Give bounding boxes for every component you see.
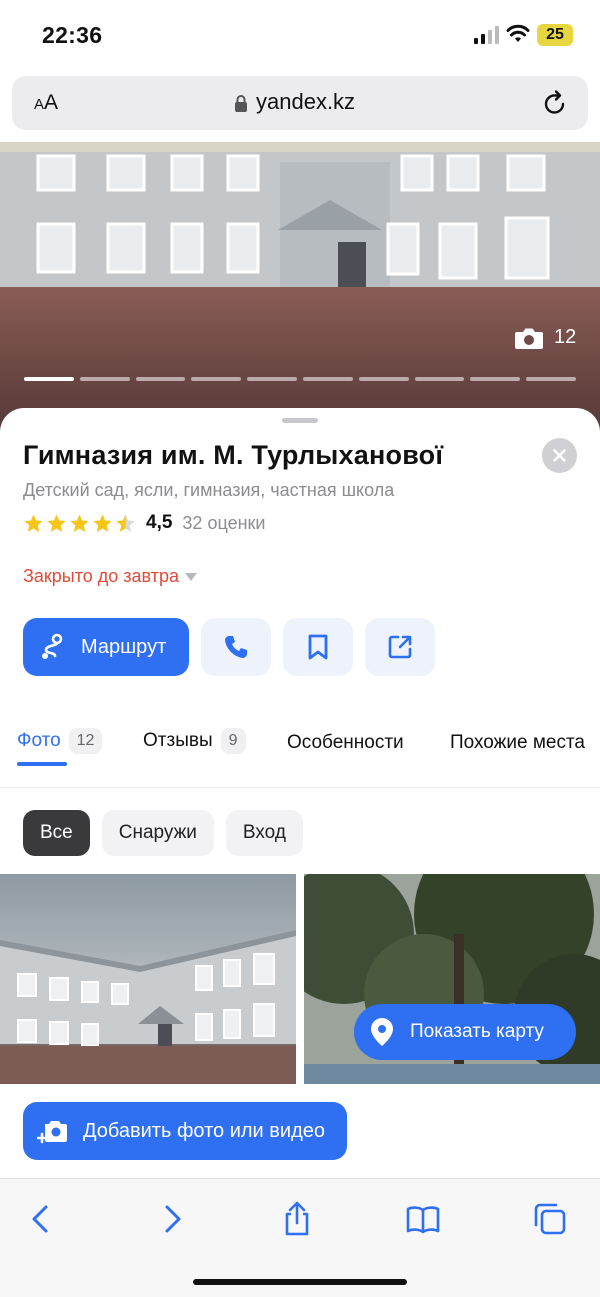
hours-status-label: Закрыто до завтра	[23, 566, 179, 586]
text-size-button[interactable]: AA	[34, 91, 58, 115]
share-button[interactable]	[365, 618, 435, 676]
star-icon	[70, 513, 89, 532]
rating-count[interactable]: 32 оценки	[182, 513, 265, 534]
tab-features-label: Особенности	[287, 732, 404, 753]
hours-status[interactable]: Закрыто до завтра	[23, 566, 197, 587]
rating-row[interactable]: 4,5 32 оценки	[23, 512, 265, 534]
star-icon	[47, 513, 66, 532]
url-bar[interactable]: AA yandex.kz	[12, 76, 588, 130]
status-time: 22:36	[42, 22, 103, 48]
tab-photos-label: Фото	[17, 730, 61, 751]
building-illustration	[0, 930, 296, 1084]
wifi-icon	[506, 24, 530, 42]
chevron-down-icon	[184, 572, 197, 581]
tab-similar-places[interactable]: Похожие места	[450, 732, 585, 754]
rating-stars	[23, 513, 136, 534]
tab-similar-places-label: Похожие места	[450, 732, 586, 753]
add-photo-icon	[37, 1121, 67, 1144]
tab-bar: Фото 12 Отзывы 9 Особенности Похожие мес…	[0, 708, 600, 788]
place-card-sheet: Гимназия им. М. Турлыханової Детский сад…	[0, 408, 600, 1180]
tab-features[interactable]: Особенности	[287, 732, 404, 754]
tabs-icon[interactable]	[532, 1201, 568, 1237]
active-tab-indicator	[17, 762, 67, 766]
camera-icon	[515, 328, 543, 349]
close-icon	[553, 449, 566, 462]
show-map-button[interactable]: Показать карту	[354, 1004, 576, 1060]
add-photo-label: Добавить фото или видео	[83, 1119, 325, 1142]
reload-icon[interactable]	[542, 89, 568, 117]
filter-outside[interactable]: Снаружи	[101, 810, 214, 856]
bookmark-icon	[308, 634, 328, 660]
back-icon[interactable]	[24, 1201, 60, 1237]
bookmark-button[interactable]	[283, 618, 353, 676]
photo-count: 12	[554, 326, 577, 348]
tab-photos[interactable]: Фото 12	[17, 728, 103, 754]
tab-reviews-badge: 9	[220, 728, 246, 754]
action-buttons: Маршрут	[23, 618, 435, 676]
tab-photos-badge: 12	[68, 728, 103, 754]
sheet-grabber[interactable]	[282, 418, 318, 423]
phone-icon	[225, 636, 247, 658]
photo-filters: Все Снаружи Вход	[23, 810, 303, 856]
filter-all[interactable]: Все	[23, 810, 90, 856]
show-map-label: Показать карту	[410, 1021, 544, 1042]
place-category: Детский сад, ясли, гимназия, частная шко…	[23, 480, 395, 500]
tab-reviews-label: Отзывы	[143, 730, 213, 751]
forward-icon[interactable]	[153, 1201, 189, 1237]
star-icon	[24, 513, 43, 532]
place-title: Гимназия им. М. Турлыханової	[23, 440, 444, 470]
route-button[interactable]: Маршрут	[23, 618, 189, 676]
filter-entrance[interactable]: Вход	[225, 810, 303, 856]
half-star-icon	[116, 513, 135, 532]
share-icon[interactable]	[279, 1201, 315, 1237]
map-pin-icon	[371, 1018, 393, 1046]
photo-thumbnail[interactable]	[0, 874, 296, 1084]
close-button[interactable]	[542, 438, 577, 473]
call-button[interactable]	[201, 618, 271, 676]
home-indicator	[193, 1279, 407, 1285]
status-bar: 22:36 25	[0, 0, 600, 68]
share-icon	[388, 635, 412, 659]
rating-score: 4,5	[146, 512, 173, 533]
cellular-signal-icon	[474, 26, 499, 44]
route-icon	[42, 633, 63, 659]
url-domain: yandex.kz	[256, 89, 356, 114]
add-photo-button[interactable]: Добавить фото или видео	[23, 1102, 347, 1160]
lock-icon	[235, 95, 247, 112]
tab-reviews[interactable]: Отзывы 9	[143, 728, 246, 754]
photo-carousel-progress	[24, 377, 576, 381]
star-icon	[93, 513, 112, 532]
bookmarks-icon[interactable]	[405, 1201, 441, 1237]
route-label: Маршрут	[81, 635, 167, 658]
battery-indicator: 25	[537, 24, 573, 46]
hero-photo[interactable]: 12	[0, 142, 600, 432]
